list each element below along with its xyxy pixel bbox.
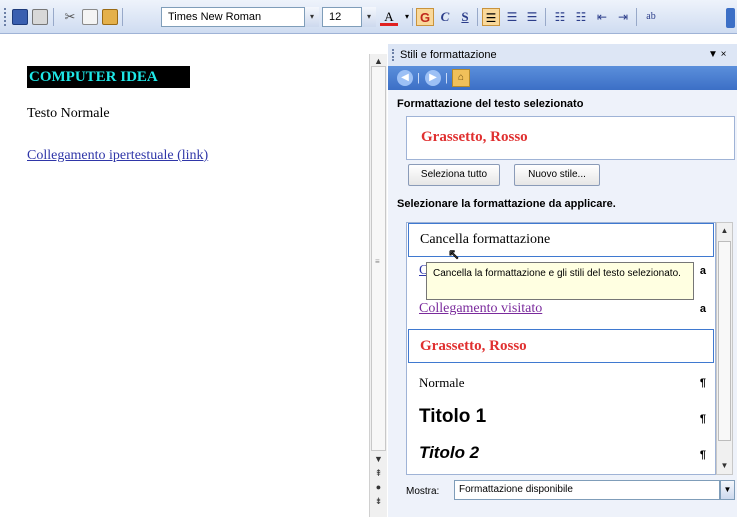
- highlight-icon[interactable]: ab: [642, 8, 660, 26]
- toolbar-separator: [412, 8, 413, 26]
- selected-format-text: Grassetto, Rosso: [421, 129, 528, 145]
- style-item-bold-red[interactable]: Grassetto, Rosso: [408, 329, 714, 363]
- align-right-icon[interactable]: ☰: [523, 8, 541, 26]
- nav-separator: |: [417, 72, 420, 84]
- list-scroll-up-icon[interactable]: ▲: [717, 226, 732, 235]
- home-icon[interactable]: ⌂: [452, 69, 470, 87]
- toolbar-separator: [477, 8, 478, 26]
- toolbar-grip[interactable]: [4, 8, 7, 26]
- toolbar-separator: [53, 8, 54, 26]
- styles-list-scrollbar[interactable]: ▲ ▼: [716, 222, 733, 475]
- list-scroll-thumb[interactable]: [718, 241, 731, 441]
- show-label: Mostra:: [406, 486, 440, 497]
- toolbar-separator: [122, 8, 123, 26]
- forward-icon[interactable]: ▶: [425, 70, 441, 86]
- nav-separator: |: [445, 72, 448, 84]
- selected-format-box: Grassetto, Rosso: [406, 116, 735, 160]
- copy-icon[interactable]: [82, 9, 98, 25]
- toolbar-separator: [636, 8, 637, 26]
- document-vertical-scrollbar[interactable]: ▲ ≡ ▼ ⇞ ● ⇟: [369, 54, 387, 517]
- browse-object-icon[interactable]: ●: [370, 482, 387, 492]
- style-item-heading-2[interactable]: Titolo 2 ¶: [408, 439, 714, 473]
- font-size-combo[interactable]: 12: [322, 7, 362, 27]
- font-color-dropdown[interactable]: ▾: [398, 8, 416, 26]
- font-name-dropdown[interactable]: ▾: [305, 7, 319, 27]
- italic-button[interactable]: C: [436, 8, 454, 26]
- previous-page-icon[interactable]: ⇞: [370, 468, 387, 479]
- select-all-button[interactable]: Seleziona tutto: [408, 164, 500, 186]
- scroll-down-arrow-icon[interactable]: ▼: [370, 454, 387, 464]
- selected-text-section-label: Formattazione del testo selezionato: [397, 98, 584, 110]
- new-style-button[interactable]: Nuovo stile...: [514, 164, 600, 186]
- styles-formatting-pane: Stili e formattazione ▼ × ◀ | ▶ | ⌂ Form…: [388, 44, 737, 517]
- underline-button[interactable]: S: [456, 8, 474, 26]
- bold-button[interactable]: G: [416, 8, 434, 26]
- pane-menu-close-icon[interactable]: ▼ ×: [708, 44, 727, 66]
- show-filter-combo[interactable]: Formattazione disponibile: [454, 480, 720, 500]
- save-icon[interactable]: [12, 9, 28, 25]
- back-icon[interactable]: ◀: [397, 70, 413, 86]
- document-normal-text[interactable]: Testo Normale: [27, 106, 110, 122]
- toolbar-options-icon[interactable]: [726, 8, 735, 28]
- numbered-list-icon[interactable]: ☷: [551, 8, 569, 26]
- document-hyperlink[interactable]: Collegamento ipertestuale (link): [27, 148, 208, 164]
- font-size-dropdown[interactable]: ▾: [362, 7, 376, 27]
- toolbar-separator: [545, 8, 546, 26]
- thumb-grip-icon: ≡: [375, 257, 380, 266]
- mouse-pointer-icon: ↖: [448, 246, 461, 263]
- apply-format-section-label: Selezionare la formattazione da applicar…: [397, 198, 616, 210]
- clear-formatting-tooltip: Cancella la formattazione e gli stili de…: [426, 262, 694, 300]
- list-scroll-down-icon[interactable]: ▼: [717, 461, 732, 470]
- document-heading[interactable]: COMPUTER IDEA: [27, 66, 190, 88]
- next-page-icon[interactable]: ⇟: [370, 496, 387, 507]
- bulleted-list-icon[interactable]: ☷: [572, 8, 590, 26]
- pane-navigation-bar: ◀ | ▶ | ⌂: [388, 66, 737, 90]
- show-filter-dropdown-icon[interactable]: ▼: [720, 480, 735, 500]
- document-area[interactable]: COMPUTER IDEA Testo Normale Collegamento…: [0, 34, 368, 517]
- scroll-up-arrow-icon[interactable]: ▲: [370, 56, 387, 66]
- style-item-visited-hyperlink[interactable]: Collegamento visitato a: [408, 299, 714, 323]
- pane-grip[interactable]: [392, 49, 396, 61]
- increase-indent-icon[interactable]: ⇥: [614, 8, 632, 26]
- align-center-icon[interactable]: ☰: [503, 8, 521, 26]
- font-color-button[interactable]: A: [380, 8, 398, 26]
- decrease-indent-icon[interactable]: ⇤: [593, 8, 611, 26]
- style-item-heading-1[interactable]: Titolo 1 ¶: [408, 403, 714, 437]
- align-left-icon[interactable]: ☰: [482, 8, 500, 26]
- scroll-thumb[interactable]: ≡: [371, 66, 386, 451]
- print-icon[interactable]: [32, 9, 48, 25]
- font-name-combo[interactable]: Times New Roman: [161, 7, 305, 27]
- paste-icon[interactable]: [102, 9, 118, 25]
- formatting-toolbar: ✂ Times New Roman ▾ 12 ▾ A ▾ G C S ☰ ☰ ☰…: [0, 0, 737, 34]
- pane-title-bar: Stili e formattazione: [388, 44, 737, 66]
- style-item-normal[interactable]: Normale ¶: [408, 369, 714, 399]
- pane-title: Stili e formattazione: [400, 49, 497, 61]
- cut-icon[interactable]: ✂: [62, 9, 78, 25]
